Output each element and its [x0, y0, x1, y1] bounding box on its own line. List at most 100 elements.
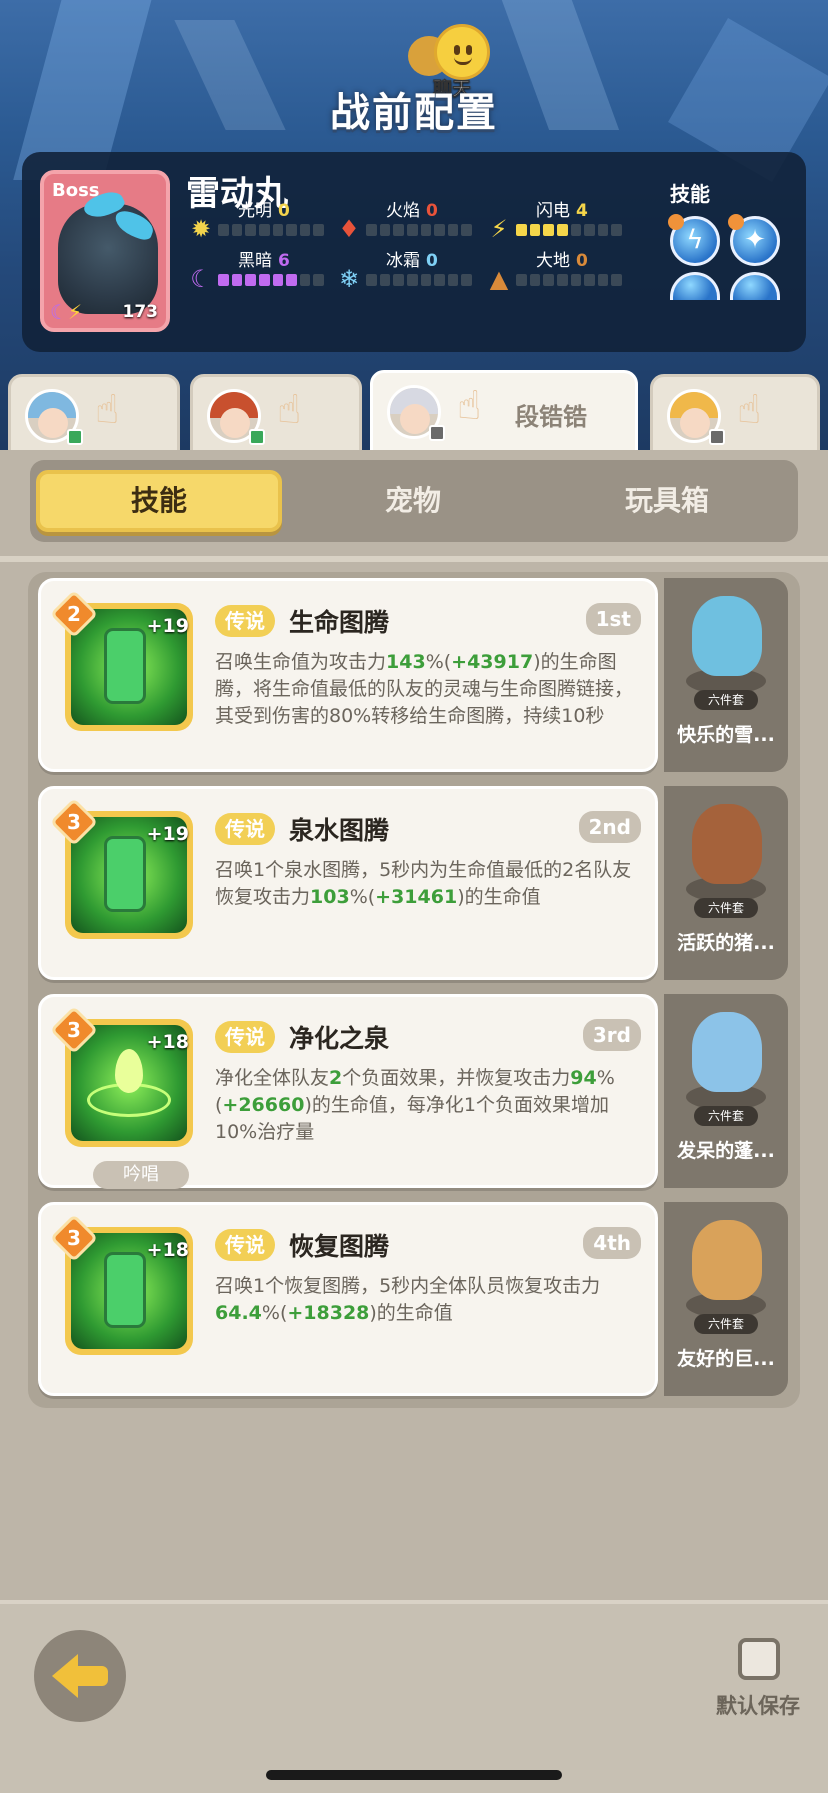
hero-status-icon	[67, 429, 83, 445]
element-stat: 冰霜 0 ❄	[336, 246, 476, 296]
pet-name: 快乐的雪...	[677, 724, 775, 746]
hero-status-icon	[709, 429, 725, 445]
boss-skills-label: 技能	[670, 182, 710, 206]
skill-card[interactable]: +18 3 吟唱 传说 净化之泉 3rd 净化全体队友2个负面效果，并恢复攻击力94%(+2…	[38, 994, 658, 1189]
moon-icon: ☾	[190, 265, 212, 293]
tap-hand-icon: ☝	[737, 387, 762, 433]
divider	[0, 556, 828, 562]
boss-skill-orb[interactable]: ✦	[728, 214, 780, 266]
page-title: 战前配置	[330, 90, 498, 136]
element-stat: 火焰 0 ♦	[336, 196, 476, 246]
hero-tab-name: 段锆锆	[515, 403, 587, 431]
element-bar	[218, 224, 324, 236]
hero-tab[interactable]: ☝ 段锆锆	[370, 370, 638, 460]
tap-hand-icon: ☝	[95, 387, 120, 433]
lightning-icon: ϟ	[686, 225, 704, 255]
bottom-bar: 默认保存	[0, 1600, 828, 1793]
skill-description: 召唤生命值为攻击力143%(+43917)的生命图腾，将生命值最低的队友的灵魂与…	[215, 651, 634, 727]
skill-card[interactable]: +19 3 传说 泉水图腾 2nd 召唤1个泉水图腾，5秒内为生命值最低的2名队友恢复攻击…	[38, 786, 658, 980]
pet-slot[interactable]: 六件套发呆的蓬...	[664, 994, 788, 1188]
pet-slot[interactable]: 六件套活跃的猪...	[664, 786, 788, 980]
hero-tab[interactable]: ☝	[190, 374, 362, 454]
rarity-badge: 传说	[215, 605, 275, 637]
chat-bubble-icon	[434, 24, 490, 80]
skill-card[interactable]: +18 3 传说 恢复图腾 4th 召唤1个恢复图腾，5秒内全体队员恢复攻击力64.4%(…	[38, 1202, 658, 1396]
boss-portrait[interactable]: Boss ☾⚡ 173	[40, 170, 170, 332]
skill-name: 生命图腾	[289, 608, 390, 637]
rarity-badge: 传说	[215, 813, 275, 845]
tab-pets[interactable]: 宠物	[290, 470, 536, 532]
lightning-icon: ⚡	[67, 300, 82, 324]
tap-hand-icon: ☝	[277, 387, 302, 433]
fire-icon: ♦	[338, 215, 360, 243]
home-indicator[interactable]	[266, 1770, 562, 1780]
skill-rank-badge: 1st	[585, 603, 641, 635]
boss-level: 173	[122, 302, 159, 322]
pet-set-badge: 六件套	[694, 1314, 758, 1334]
element-stat: 闪电 4 ⚡	[486, 196, 626, 246]
rarity-badge: 传说	[215, 1021, 275, 1053]
skill-icon[interactable]: +18 3	[49, 1005, 193, 1147]
element-bar	[366, 224, 472, 236]
skill-name: 恢复图腾	[289, 1232, 390, 1261]
skill-icon[interactable]: +18 3	[49, 1213, 193, 1355]
boss-element-icons: ☾⚡	[50, 300, 82, 324]
skill-name: 泉水图腾	[289, 816, 390, 845]
skill-rank-badge: 3rd	[582, 1019, 641, 1051]
skill-icon[interactable]: +19 2	[49, 589, 193, 731]
element-bar	[218, 274, 324, 286]
boss-skill-orb[interactable]	[670, 272, 720, 300]
category-tab-bar: 技能 宠物 玩具箱	[30, 460, 798, 542]
config-main-panel: 技能 宠物 玩具箱 +19 2 传说 生命图腾 1st 召唤生命值为攻击力143%(+43…	[0, 450, 828, 1600]
back-button[interactable]	[34, 1630, 126, 1722]
element-stat: 大地 0 ▲	[486, 246, 626, 296]
moon-icon: ☾	[50, 300, 68, 324]
pet-set-badge: 六件套	[694, 1106, 758, 1126]
default-save-checkbox[interactable]	[738, 1638, 780, 1680]
skill-description: 召唤1个泉水图腾，5秒内为生命值最低的2名队友恢复攻击力103%(+31461)…	[215, 859, 632, 908]
pet-name: 发呆的蓬...	[677, 1140, 775, 1162]
pet-figure-icon	[692, 596, 762, 676]
pet-slot[interactable]: 六件套快乐的雪...	[664, 578, 788, 772]
pet-set-badge: 六件套	[694, 898, 758, 918]
boss-skill-orb[interactable]: ϟ	[668, 214, 720, 266]
hero-tab[interactable]: ☝	[650, 374, 820, 454]
skill-plus-level: +19	[146, 823, 189, 845]
element-label: 冰霜 0	[386, 251, 438, 271]
pet-figure-icon	[692, 1220, 762, 1300]
tab-toybox[interactable]: 玩具箱	[544, 470, 790, 532]
element-label: 黑暗 6	[238, 251, 290, 271]
skill-card[interactable]: +19 2 传说 生命图腾 1st 召唤生命值为攻击力143%(+43917)的生命图腾，…	[38, 578, 658, 772]
hero-tab[interactable]: ☝	[8, 374, 180, 454]
pet-figure-icon	[692, 804, 762, 884]
back-arrow-icon	[52, 1654, 78, 1698]
skill-rank-badge: 4th	[583, 1227, 641, 1259]
pet-set-badge: 六件套	[694, 690, 758, 710]
chant-badge: 吟唱	[93, 1161, 189, 1189]
skill-icon[interactable]: +19 3	[49, 797, 193, 939]
sun-icon: ✹	[190, 215, 212, 243]
pet-name: 活跃的猪...	[677, 932, 775, 954]
skill-rank-badge: 2nd	[578, 811, 641, 843]
tab-skills[interactable]: 技能	[36, 470, 282, 532]
element-label: 闪电 4	[536, 201, 588, 221]
element-bar	[516, 274, 622, 286]
tap-hand-icon: ☝	[457, 383, 482, 429]
skill-plus-level: +18	[146, 1239, 189, 1261]
skill-name: 净化之泉	[289, 1024, 390, 1053]
skill-list: +19 2 传说 生命图腾 1st 召唤生命值为攻击力143%(+43917)的生命图腾，…	[28, 572, 800, 1408]
skill-plus-level: +18	[146, 1031, 189, 1053]
element-bar	[516, 224, 622, 236]
pet-slot[interactable]: 六件套友好的巨...	[664, 1202, 788, 1396]
skill-description: 净化全体队友2个负面效果，并恢复攻击力94%(+26660)的生命值，每净化1个…	[215, 1067, 615, 1143]
hero-status-icon	[429, 425, 445, 441]
rarity-badge: 传说	[215, 1229, 275, 1261]
lightning-icon: ⚡	[490, 215, 508, 243]
earth-icon: ▲	[489, 265, 509, 293]
element-stat: 黑暗 6 ☾	[188, 246, 328, 296]
element-label: 大地 0	[536, 251, 588, 271]
pet-name: 友好的巨...	[677, 1348, 775, 1370]
boss-info-panel: Boss ☾⚡ 173 雷动丸 光明 0 ✹ 火焰 0 ♦ 闪电 4 ⚡ 黑暗 6 ☾ 冰霜 0 ❄ 大地 0 ▲…	[22, 152, 806, 352]
hero-status-icon	[249, 429, 265, 445]
boss-skill-orb[interactable]	[730, 272, 780, 300]
